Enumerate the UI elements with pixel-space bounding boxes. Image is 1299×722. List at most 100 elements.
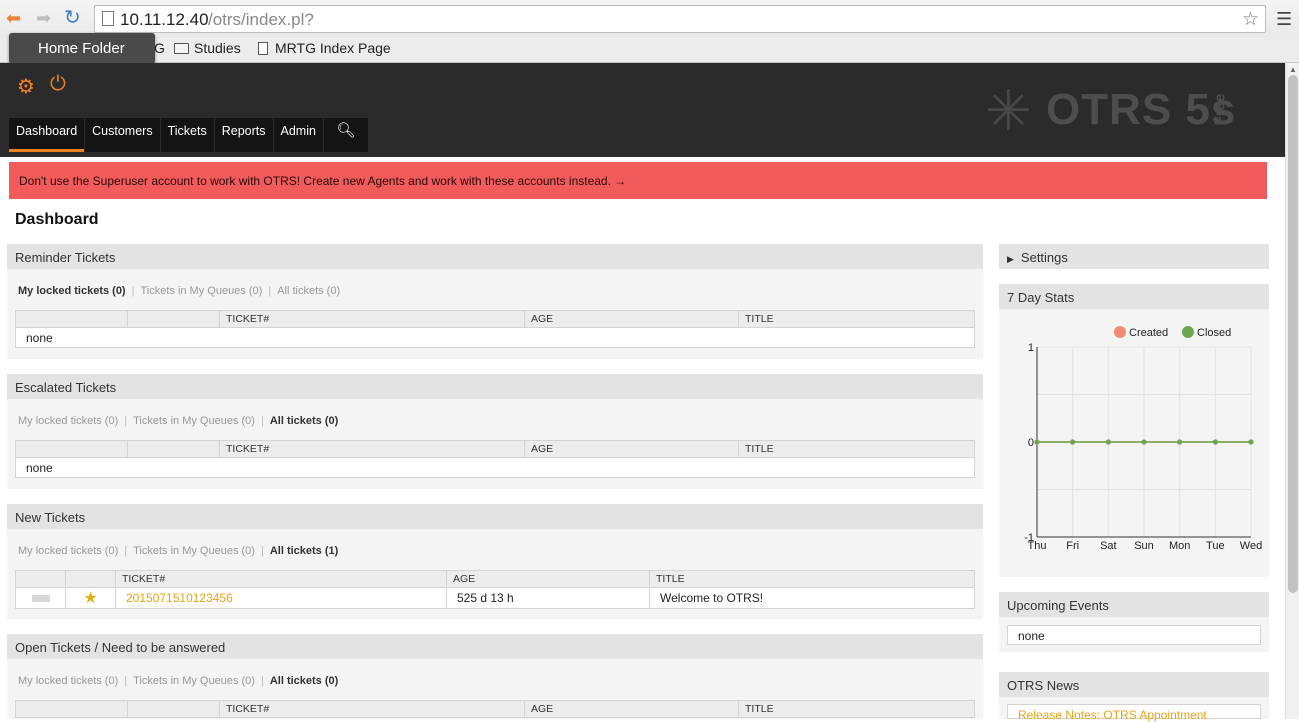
main-nav: Dashboard Customers Tickets Reports Admi…	[9, 118, 369, 152]
scroll-up-icon[interactable]: ▲	[1289, 65, 1297, 74]
app-header: ⚙ ⏻ ✳ OTRS 5s Free Dashboard Customers T…	[0, 63, 1285, 157]
ticket-filters: My locked tickets (0) | Tickets in My Queu…	[18, 285, 341, 297]
otrs-news-widget: OTRS News Release Notes: OTRS Appointmen…	[999, 672, 1269, 722]
filter-all[interactable]: All tickets (0)	[270, 415, 338, 427]
data-point-closed	[1141, 439, 1147, 445]
scroll-thumb[interactable]	[1288, 75, 1298, 593]
col-title[interactable]: TITLE	[738, 440, 975, 458]
bookmark-tooltip: Home Folder	[9, 33, 155, 64]
col-ticket[interactable]: TICKET#	[219, 440, 525, 458]
ticket-filters: My locked tickets (0) | Tickets in My Queu…	[18, 415, 339, 427]
filter-my-locked[interactable]: My locked tickets (0)	[18, 285, 126, 297]
col-ticket[interactable]: TICKET#	[219, 310, 525, 328]
filter-my-queues[interactable]: Tickets in My Queues (0)	[140, 285, 262, 297]
superuser-warning-banner[interactable]: Don't use the Superuser account to work …	[9, 162, 1267, 199]
news-link[interactable]: Release Notes: OTRS Appointment	[1018, 708, 1207, 722]
ticket-filters: My locked tickets (0) | Tickets in My Queu…	[18, 675, 339, 687]
ticket-table: TICKET# AGE TITLE	[15, 700, 975, 718]
col-title[interactable]: TITLE	[649, 570, 975, 588]
nav-reports[interactable]: Reports	[214, 118, 273, 152]
ticket-number-cell[interactable]: 2015071510123456	[115, 587, 447, 609]
widget-title: Reminder Tickets	[7, 244, 983, 269]
reload-icon[interactable]: ↻	[64, 8, 81, 28]
bookmark-star-icon[interactable]: ☆	[1242, 8, 1259, 31]
filter-my-locked[interactable]: My locked tickets (0)	[18, 415, 118, 427]
escalated-tickets-widget: Escalated Tickets My locked tickets (0) |…	[7, 374, 983, 489]
upcoming-empty: none	[1007, 625, 1261, 645]
address-bar[interactable]: 10.11.12.40 /otrs/index.pl? ☆	[94, 5, 1266, 33]
power-icon[interactable]: ⏻	[50, 73, 66, 96]
bookmark-studies[interactable]: Studies	[174, 40, 241, 56]
x-tick-label: Thu	[1028, 540, 1047, 552]
browser-toolbar: ⬅ ➡ ↻ 10.11.12.40 /otrs/index.pl? ☆ ☰	[0, 0, 1299, 38]
col-flag	[65, 570, 116, 588]
table-row[interactable]: ★ 2015071510123456 525 d 13 h Welcome to…	[15, 587, 975, 609]
search-icon[interactable]: 🔍︎	[323, 118, 368, 152]
star-icon[interactable]: ★	[83, 590, 97, 607]
col-priority	[15, 700, 128, 718]
col-flag	[127, 700, 220, 718]
x-tick-label: Fri	[1066, 540, 1079, 552]
caret-right-icon: ▶	[1007, 254, 1014, 264]
back-arrow-icon[interactable]: ⬅	[6, 8, 21, 28]
bookmark-g[interactable]: G	[154, 40, 165, 56]
filter-my-queues[interactable]: Tickets in My Queues (0)	[133, 415, 255, 427]
filter-my-locked[interactable]: My locked tickets (0)	[18, 545, 118, 557]
data-point-closed	[1105, 439, 1111, 445]
page-icon	[102, 11, 114, 26]
filter-all[interactable]: All tickets (1)	[270, 545, 338, 557]
page-title: Dashboard	[15, 211, 99, 228]
col-age[interactable]: AGE	[446, 570, 650, 588]
settings-widget[interactable]: ▶ Settings	[999, 244, 1269, 269]
settings-label: Settings	[1020, 250, 1068, 265]
ticket-title-cell[interactable]: Welcome to OTRS!	[649, 587, 975, 609]
ticket-number-link[interactable]: 2015071510123456	[126, 591, 233, 605]
col-ticket[interactable]: TICKET#	[219, 700, 525, 718]
upcoming-events-widget: Upcoming Events none	[999, 592, 1269, 652]
x-tick-label: Sun	[1134, 540, 1154, 552]
priority-bar	[31, 595, 50, 602]
x-tick-label: Tue	[1206, 540, 1225, 552]
x-tick-label: Mon	[1169, 540, 1190, 552]
col-age[interactable]: AGE	[524, 700, 739, 718]
stats-chart: 10-1Thu Fri Sat Sun Mon Tue WedCreated Closed	[1024, 326, 1262, 552]
col-title[interactable]: TITLE	[738, 310, 975, 328]
scrollbar[interactable]: ▲	[1285, 63, 1299, 719]
folder-icon	[174, 43, 189, 54]
nav-tickets[interactable]: Tickets	[160, 118, 214, 152]
settings-header[interactable]: ▶ Settings	[999, 244, 1269, 269]
bookmarks-bar: G Studies MRTG Index Page	[0, 38, 1299, 63]
browser-menu-icon[interactable]: ☰	[1276, 9, 1292, 30]
filter-all[interactable]: All tickets (0)	[270, 675, 338, 687]
filter-my-queues[interactable]: Tickets in My Queues (0)	[133, 675, 255, 687]
nav-dashboard[interactable]: Dashboard	[9, 118, 85, 152]
ticket-age-cell: 525 d 13 h	[446, 587, 650, 609]
filter-my-queues[interactable]: Tickets in My Queues (0)	[133, 545, 255, 557]
reminder-tickets-widget: Reminder Tickets My locked tickets (0) | T…	[7, 244, 983, 359]
priority-indicator	[15, 587, 66, 609]
col-age[interactable]: AGE	[524, 440, 739, 458]
gear-icon[interactable]: ⚙	[17, 74, 35, 99]
col-flag	[127, 440, 220, 458]
col-priority	[15, 310, 128, 328]
x-tick-label: Wed	[1240, 540, 1262, 552]
news-item[interactable]: Release Notes: OTRS Appointment	[1007, 704, 1261, 722]
filter-all[interactable]: All tickets (0)	[277, 285, 340, 297]
widget-title: Escalated Tickets	[7, 374, 983, 399]
url-path: /otrs/index.pl?	[208, 10, 314, 29]
document-icon	[258, 42, 268, 55]
forward-arrow-icon[interactable]: ➡	[36, 8, 51, 28]
col-ticket[interactable]: TICKET#	[115, 570, 447, 588]
empty-row: none	[15, 327, 975, 348]
nav-admin[interactable]: Admin	[273, 118, 323, 152]
url-host: 10.11.12.40	[120, 10, 209, 29]
filter-my-locked[interactable]: My locked tickets (0)	[18, 675, 118, 687]
col-age[interactable]: AGE	[524, 310, 739, 328]
nav-customers[interactable]: Customers	[85, 118, 160, 152]
col-title[interactable]: TITLE	[738, 700, 975, 718]
logo-edition: Free	[1211, 93, 1229, 126]
x-tick-label: Sat	[1100, 540, 1117, 552]
widget-title: Open Tickets / Need to be answered	[7, 634, 983, 659]
bookmark-mrtg[interactable]: MRTG Index Page	[258, 40, 391, 56]
ticket-filters: My locked tickets (0) | Tickets in My Queu…	[18, 545, 339, 557]
